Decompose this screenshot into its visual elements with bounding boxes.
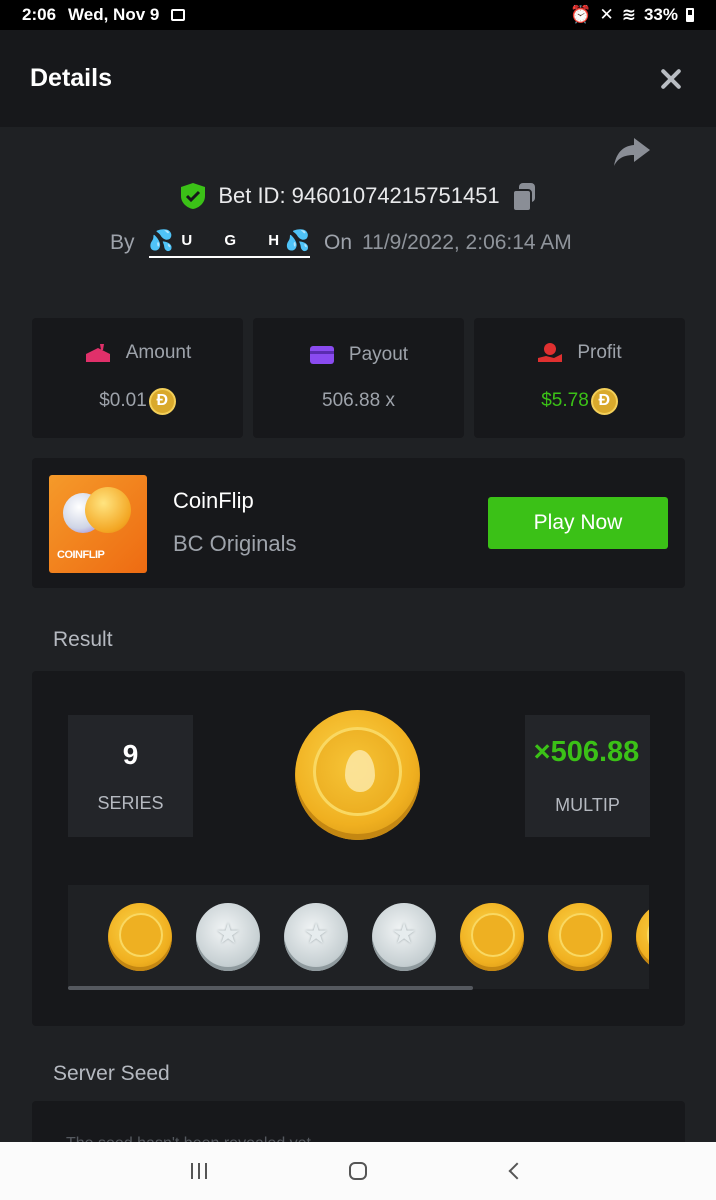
mute-icon: ✕ (599, 5, 614, 24)
gallery-icon (171, 9, 186, 21)
droplets-icon: 💦 (148, 230, 174, 252)
coin-history-strip[interactable] (68, 885, 649, 989)
silver-coin-icon (196, 903, 260, 971)
game-name[interactable]: CoinFlip (173, 488, 254, 514)
profit-card: Profit $5.78 Ð (474, 318, 685, 438)
back-button[interactable] (497, 1151, 537, 1191)
share-icon[interactable] (612, 136, 652, 168)
gold-coin-icon (548, 903, 612, 971)
on-label: On (324, 231, 353, 254)
home-button[interactable] (338, 1151, 378, 1191)
verified-shield-icon (181, 183, 206, 209)
droplets-icon: 💦 (285, 230, 310, 252)
home-icon (348, 1162, 367, 1180)
payout-card-icon (309, 346, 334, 364)
username: U G H (181, 232, 294, 249)
payout-value: 506.88 x (322, 390, 395, 411)
amount-label: Amount (125, 341, 192, 363)
status-icons: ⏰ ✕ ≋ 33% (570, 5, 694, 25)
profit-value: $5.78 (541, 390, 589, 411)
game-thumbnail[interactable]: COINFLIP (49, 475, 147, 573)
username-link[interactable]: 💦 U G H 💦 (148, 228, 310, 258)
gold-coin-icon (636, 903, 649, 971)
profit-hand-icon (538, 342, 563, 362)
series-value: 9 (122, 738, 139, 770)
system-nav-bar (0, 1142, 716, 1200)
alarm-icon: ⏰ (570, 5, 592, 24)
game-card: COINFLIP CoinFlip BC Originals Play Now (32, 458, 685, 588)
close-icon[interactable] (656, 64, 686, 94)
gold-coin-graphic (85, 487, 131, 533)
status-bar: 2:06 Wed, Nov 9 ⏰ ✕ ≋ 33% (0, 0, 716, 30)
doge-coin-icon: Ð (590, 387, 618, 415)
by-label: By (110, 231, 135, 254)
multiplier-label: MULTIP (555, 795, 620, 815)
doge-coin-icon: Ð (148, 387, 176, 415)
status-time: 2:06 (22, 5, 57, 24)
horizontal-scrollbar[interactable] (68, 986, 473, 990)
bet-byline: By 💦 U G H 💦 On 11/9/2022, 2:06:14 AM (110, 228, 572, 258)
details-header: Details (0, 30, 716, 127)
server-seed-title: Server Seed (53, 1062, 170, 1085)
result-title: Result (53, 628, 113, 651)
game-provider: BC Originals (173, 531, 297, 556)
bet-stats: Amount $0.01 Ð Payout 506.88 x Profit $5… (32, 318, 685, 438)
battery-icon (686, 8, 694, 22)
page-title: Details (30, 64, 112, 92)
result-coin-icon (295, 710, 420, 840)
copy-icon[interactable] (511, 183, 536, 212)
battery-level: 33% (643, 5, 678, 24)
amount-card: Amount $0.01 Ð (32, 318, 243, 438)
thumbnail-label: COINFLIP (57, 549, 105, 561)
status-date: Wed, Nov 9 (68, 5, 160, 24)
play-now-button[interactable]: Play Now (488, 497, 668, 549)
wifi-icon: ≋ (621, 5, 636, 24)
result-panel: 9 SERIES ×506.88 MULTIP (32, 671, 685, 1026)
gold-coin-icon (108, 903, 172, 971)
gold-coin-icon (460, 903, 524, 971)
bet-datetime: 11/9/2022, 2:06:14 AM (362, 231, 572, 254)
bet-id-row: Bet ID: 94601074215751451 (0, 182, 716, 212)
back-icon (508, 1162, 526, 1180)
multiplier-value: ×506.88 (533, 736, 640, 768)
silver-coin-icon (284, 903, 348, 971)
bet-id: Bet ID: 94601074215751451 (218, 183, 500, 208)
payout-card: Payout 506.88 x (253, 318, 464, 438)
silver-coin-icon (372, 903, 436, 971)
recents-icon (191, 1163, 208, 1179)
profit-label: Profit (577, 341, 622, 363)
amount-icon (85, 343, 110, 362)
series-label: SERIES (97, 792, 164, 813)
amount-value: $0.01 (99, 390, 147, 411)
payout-label: Payout (348, 344, 409, 365)
multiplier-box: ×506.88 MULTIP (525, 715, 650, 837)
series-box: 9 SERIES (68, 715, 193, 837)
recents-button[interactable] (179, 1151, 219, 1191)
